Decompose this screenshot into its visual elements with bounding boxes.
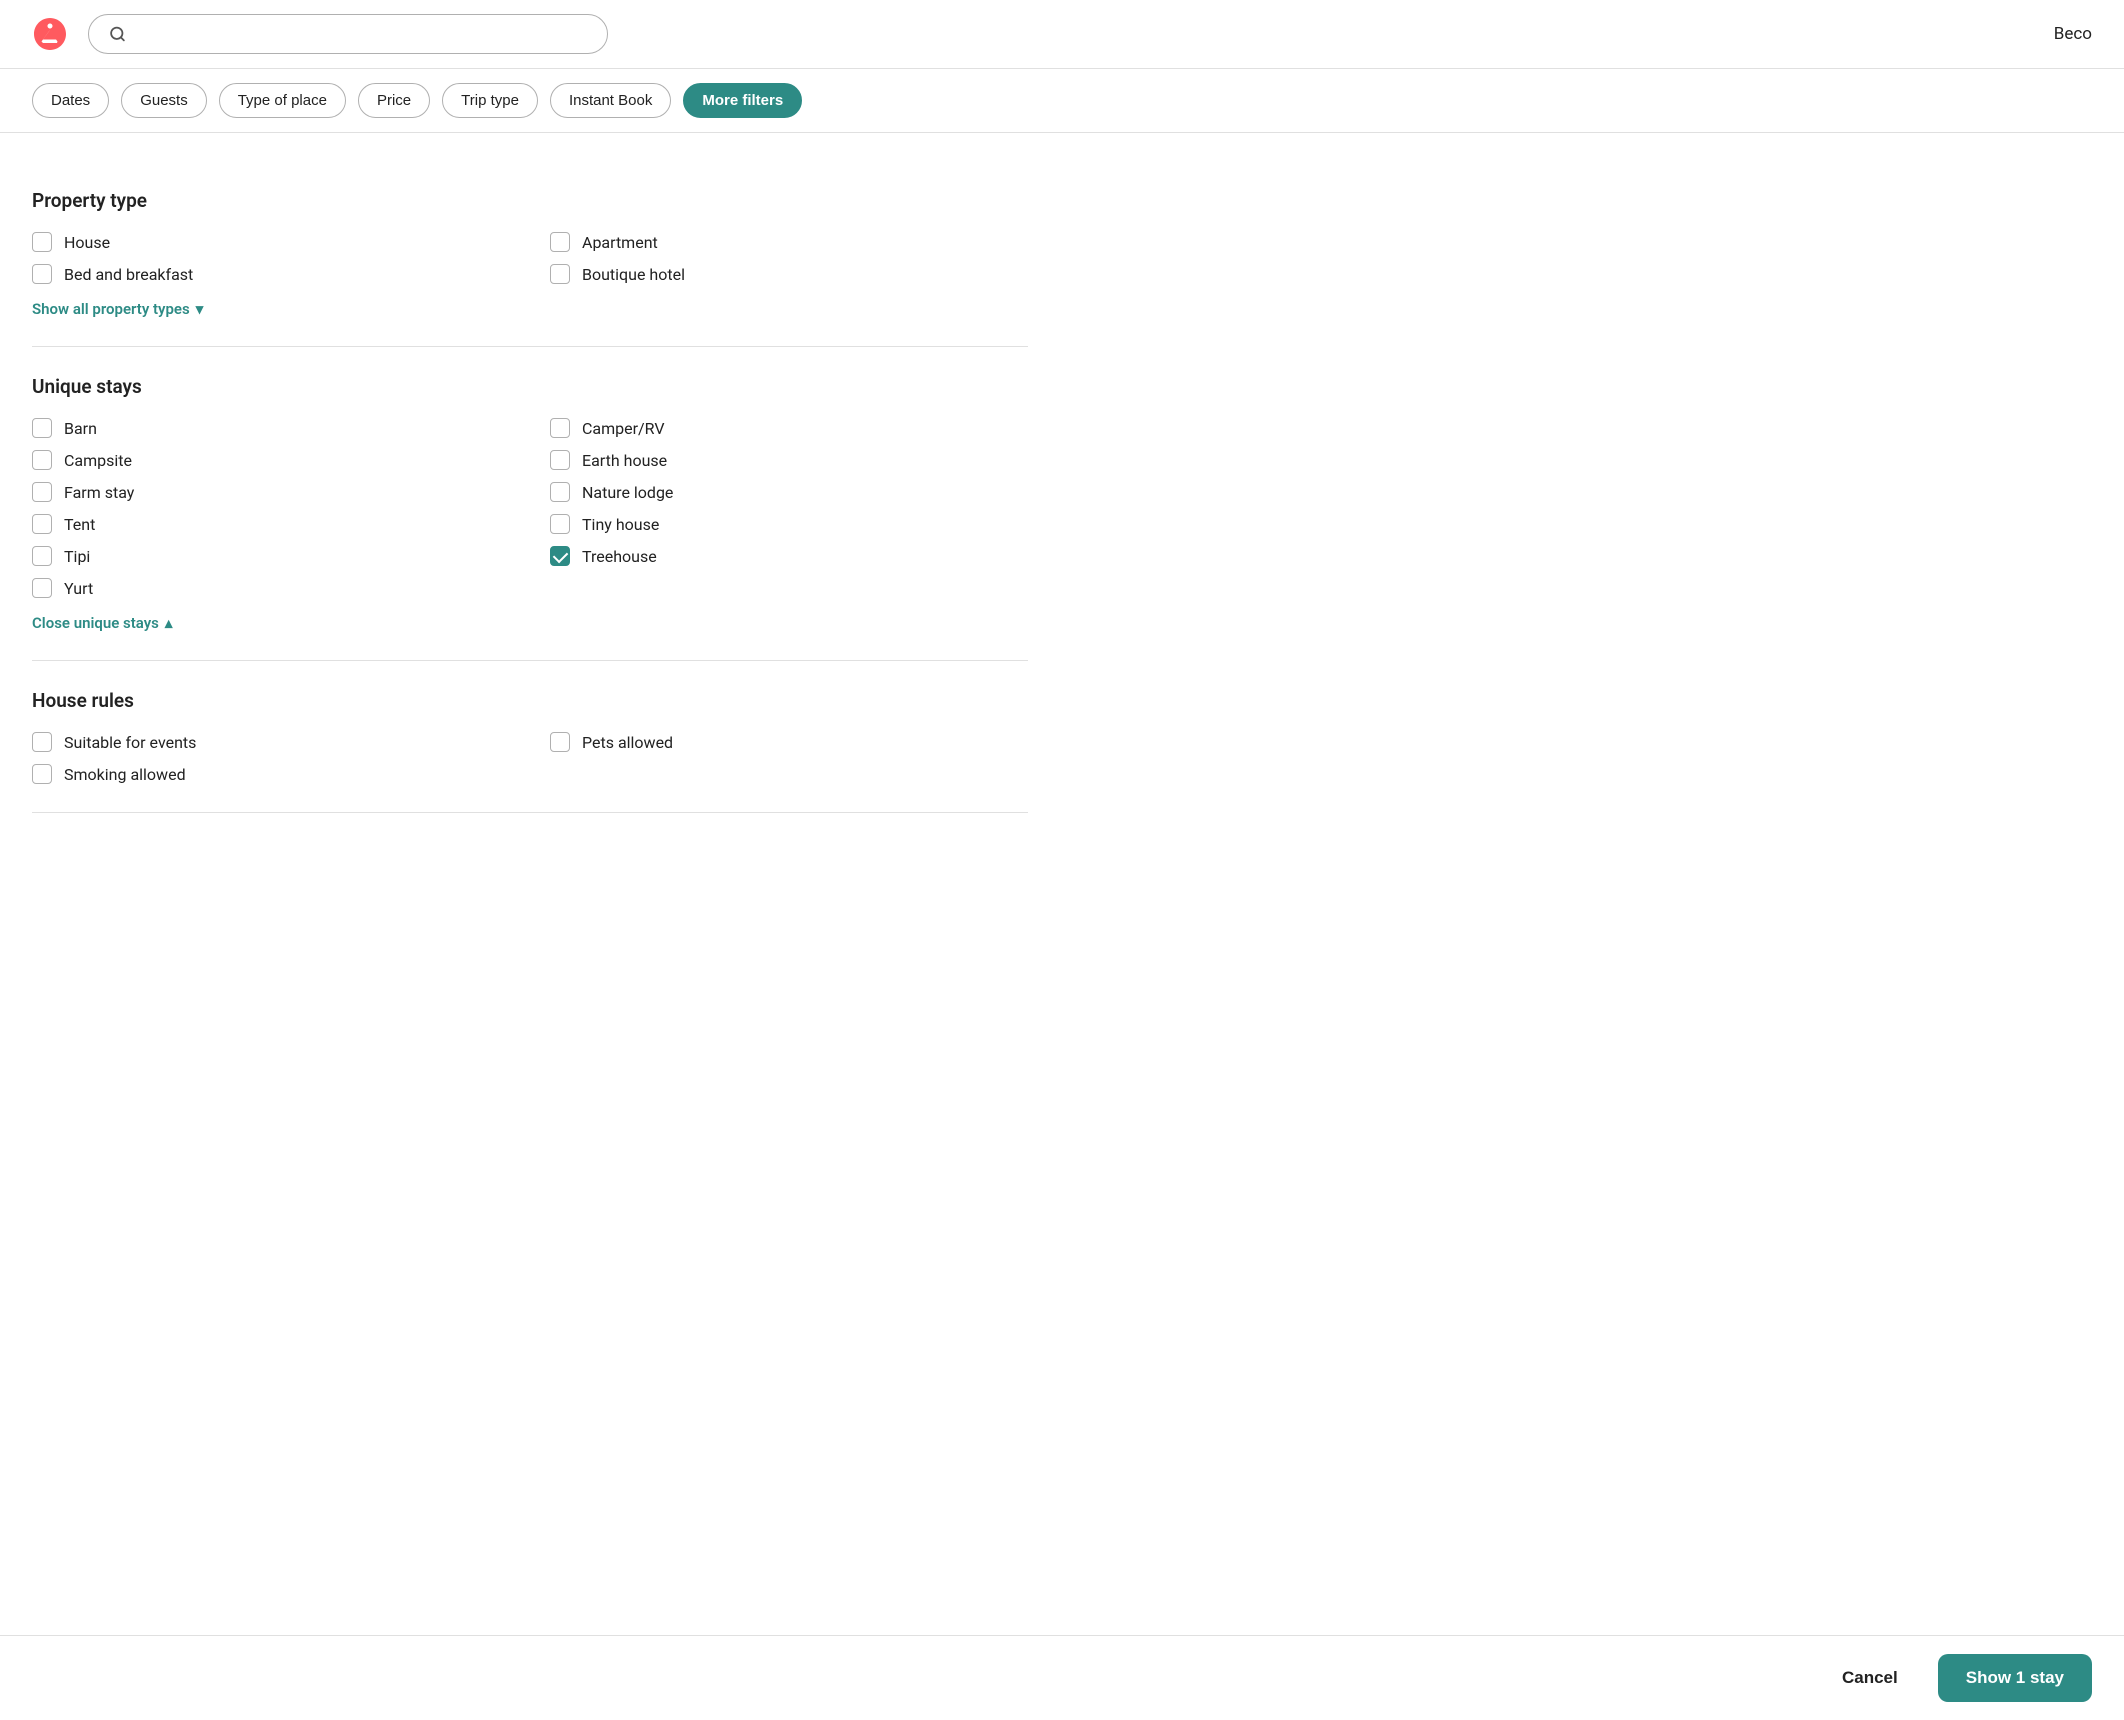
close-unique-stays-link[interactable]: Close unique stays ▴ — [32, 614, 172, 632]
checkbox-camper-rv-label: Camper/RV — [582, 419, 665, 438]
checkbox-house-label: House — [64, 233, 110, 252]
checkbox-tent-input[interactable] — [32, 514, 52, 534]
checkbox-treehouse-label: Treehouse — [582, 547, 657, 566]
house-rules-empty — [550, 764, 1028, 784]
checkbox-pets-allowed[interactable]: Pets allowed — [550, 732, 1028, 752]
filter-instant-book[interactable]: Instant Book — [550, 83, 671, 118]
checkbox-apartment-label: Apartment — [582, 233, 658, 252]
checkbox-tipi-label: Tipi — [64, 547, 90, 566]
header: Bend, OR · Homes & Boutique Hotels Beco — [0, 0, 2124, 69]
empty-placeholder — [550, 578, 1028, 598]
checkbox-smoking-allowed-input[interactable] — [32, 764, 52, 784]
checkbox-campsite[interactable]: Campsite — [32, 450, 510, 470]
checkbox-treehouse[interactable]: Treehouse — [550, 546, 1028, 566]
checkbox-yurt-label: Yurt — [64, 579, 93, 598]
checkbox-treehouse-input[interactable] — [550, 546, 570, 566]
checkbox-earth-house-label: Earth house — [582, 451, 667, 470]
checkbox-tiny-house-input[interactable] — [550, 514, 570, 534]
filter-price[interactable]: Price — [358, 83, 430, 118]
close-unique-label: Close unique stays — [32, 614, 159, 632]
footer: Cancel Show 1 stay — [0, 1635, 2124, 1720]
checkbox-barn-label: Barn — [64, 419, 97, 438]
checkbox-nature-lodge-label: Nature lodge — [582, 483, 673, 502]
search-bar[interactable]: Bend, OR · Homes & Boutique Hotels — [88, 14, 608, 54]
checkbox-boutique-hotel-input[interactable] — [550, 264, 570, 284]
checkbox-house-input[interactable] — [32, 232, 52, 252]
checkbox-tiny-house[interactable]: Tiny house — [550, 514, 1028, 534]
checkbox-bed-breakfast-label: Bed and breakfast — [64, 265, 193, 284]
filter-guests[interactable]: Guests — [121, 83, 207, 118]
unique-stays-title: Unique stays — [32, 375, 1028, 398]
checkbox-tiny-house-label: Tiny house — [582, 515, 659, 534]
checkbox-apartment[interactable]: Apartment — [550, 232, 1028, 252]
user-label: Beco — [2054, 24, 2092, 44]
checkbox-barn[interactable]: Barn — [32, 418, 510, 438]
checkbox-farm-stay-input[interactable] — [32, 482, 52, 502]
checkbox-farm-stay-label: Farm stay — [64, 483, 134, 502]
checkbox-bed-breakfast-input[interactable] — [32, 264, 52, 284]
checkbox-yurt-input[interactable] — [32, 578, 52, 598]
checkbox-suitable-events-label: Suitable for events — [64, 733, 196, 752]
filter-type-of-place[interactable]: Type of place — [219, 83, 346, 118]
main-content: Property type House Apartment Bed and br… — [0, 133, 1060, 933]
property-type-title: Property type — [32, 189, 1028, 212]
checkbox-suitable-events[interactable]: Suitable for events — [32, 732, 510, 752]
search-input[interactable]: Bend, OR · Homes & Boutique Hotels — [136, 25, 587, 43]
filter-more-filters[interactable]: More filters — [683, 83, 802, 118]
checkbox-tent-label: Tent — [64, 515, 95, 534]
checkbox-camper-rv-input[interactable] — [550, 418, 570, 438]
checkbox-camper-rv[interactable]: Camper/RV — [550, 418, 1028, 438]
checkbox-bed-breakfast[interactable]: Bed and breakfast — [32, 264, 510, 284]
checkbox-smoking-allowed[interactable]: Smoking allowed — [32, 764, 510, 784]
house-rules-grid: Suitable for events Pets allowed Smoking… — [32, 732, 1028, 784]
show-stays-button[interactable]: Show 1 stay — [1938, 1654, 2092, 1702]
show-all-label: Show all property types — [32, 300, 190, 318]
house-rules-title: House rules — [32, 689, 1028, 712]
checkbox-pets-allowed-input[interactable] — [550, 732, 570, 752]
checkbox-earth-house-input[interactable] — [550, 450, 570, 470]
checkbox-farm-stay[interactable]: Farm stay — [32, 482, 510, 502]
filter-bar: Dates Guests Type of place Price Trip ty… — [0, 69, 2124, 133]
checkbox-yurt[interactable]: Yurt — [32, 578, 510, 598]
checkbox-boutique-hotel[interactable]: Boutique hotel — [550, 264, 1028, 284]
checkbox-pets-allowed-label: Pets allowed — [582, 733, 673, 752]
property-type-grid: House Apartment Bed and breakfast Boutiq… — [32, 232, 1028, 284]
checkbox-smoking-allowed-label: Smoking allowed — [64, 765, 186, 784]
airbnb-logo — [32, 16, 68, 52]
unique-stays-section: Unique stays Barn Camper/RV Campsite Ear… — [32, 347, 1028, 661]
search-icon — [109, 25, 126, 43]
show-all-property-types-link[interactable]: Show all property types ▾ — [32, 300, 203, 318]
checkbox-apartment-input[interactable] — [550, 232, 570, 252]
filter-dates[interactable]: Dates — [32, 83, 109, 118]
checkbox-tent[interactable]: Tent — [32, 514, 510, 534]
chevron-down-icon: ▾ — [196, 300, 204, 318]
filter-trip-type[interactable]: Trip type — [442, 83, 538, 118]
checkbox-tipi[interactable]: Tipi — [32, 546, 510, 566]
property-type-section: Property type House Apartment Bed and br… — [32, 161, 1028, 347]
checkbox-campsite-label: Campsite — [64, 451, 132, 470]
unique-stays-grid: Barn Camper/RV Campsite Earth house Farm… — [32, 418, 1028, 598]
checkbox-boutique-hotel-label: Boutique hotel — [582, 265, 685, 284]
checkbox-earth-house[interactable]: Earth house — [550, 450, 1028, 470]
house-rules-section: House rules Suitable for events Pets all… — [32, 661, 1028, 813]
checkbox-nature-lodge[interactable]: Nature lodge — [550, 482, 1028, 502]
cancel-button[interactable]: Cancel — [1822, 1656, 1918, 1700]
checkbox-barn-input[interactable] — [32, 418, 52, 438]
checkbox-tipi-input[interactable] — [32, 546, 52, 566]
checkbox-house[interactable]: House — [32, 232, 510, 252]
checkbox-nature-lodge-input[interactable] — [550, 482, 570, 502]
checkbox-campsite-input[interactable] — [32, 450, 52, 470]
checkbox-suitable-events-input[interactable] — [32, 732, 52, 752]
chevron-up-icon: ▴ — [165, 614, 173, 632]
